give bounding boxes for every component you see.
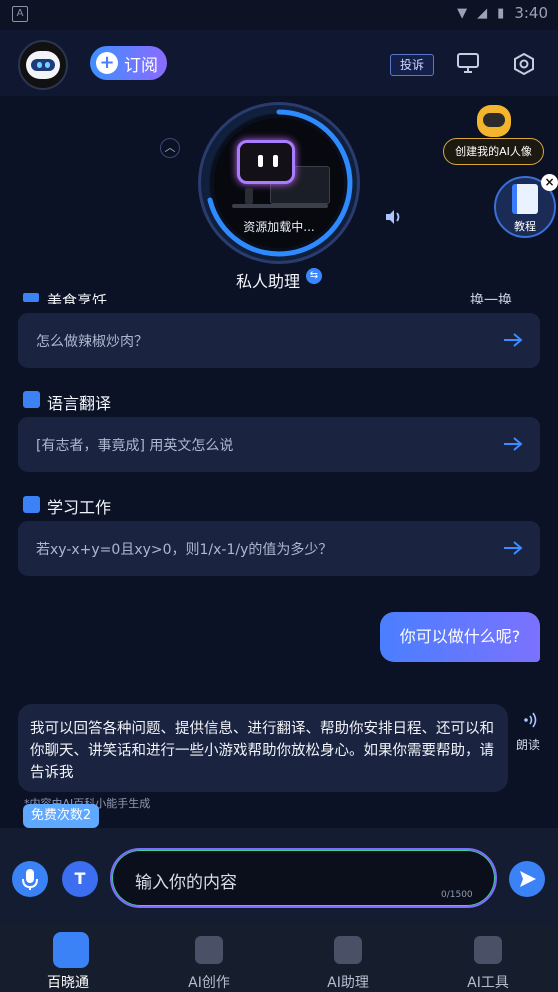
subscribe-button[interactable]: + 订阅 <box>90 46 167 80</box>
nav-label: AI工具 <box>467 975 509 991</box>
complain-button[interactable]: 投诉 <box>390 54 434 76</box>
read-aloud-label[interactable]: 朗读 <box>516 736 540 753</box>
status-icons: ▼ ◢ ▮ 3:40 <box>457 4 548 22</box>
food-prompt-card[interactable]: 怎么做辣椒炒肉？ <box>18 313 540 368</box>
create-ai-avatar-button[interactable]: 创建我的AI人像 <box>443 138 544 165</box>
desk-image <box>232 204 328 208</box>
assistant-name: 私人助理 <box>236 272 301 291</box>
app-logo[interactable] <box>18 40 68 90</box>
read-aloud-icon[interactable] <box>522 712 540 728</box>
subscribe-label: 订阅 <box>124 55 158 76</box>
study-prompt-text: 若xy-x+y=0且xy>0，则1/x-1/y的值为多少？ <box>36 542 333 558</box>
collapse-chevron-icon[interactable]: ︿ <box>160 138 180 158</box>
robot-eye-left <box>258 155 263 167</box>
translate-section-title: 语言翻译 <box>47 394 112 413</box>
nav-label: AI助理 <box>327 975 369 991</box>
wifi-icon: ▼ <box>457 5 468 21</box>
notification-icon: A <box>12 6 28 22</box>
chat-input-placeholder: 输入你的内容 <box>135 873 237 893</box>
nav-label: 百晓通 <box>47 975 89 991</box>
lamp-image <box>245 188 253 204</box>
status-time: 3:40 <box>514 4 548 22</box>
logo-eye-left <box>37 62 42 68</box>
translate-prompt-card[interactable]: [有志者，事竟成] 用英文怎么说 <box>18 417 540 472</box>
wrench-icon <box>474 936 502 964</box>
free-count-badge: 免费次数2 <box>23 804 99 828</box>
tie-icon <box>334 936 362 964</box>
robot-eye-right <box>273 155 278 167</box>
food-prompt-text: 怎么做辣椒炒肉？ <box>36 334 148 350</box>
chat-bubble-icon <box>53 932 89 968</box>
ai-message-bubble: 我可以回答各种问题、提供信息、进行翻译、帮助你安排日程、还可以和你聊天、讲笑话和… <box>18 704 508 792</box>
battery-icon: ▮ <box>497 5 505 21</box>
food-section-icon <box>23 293 39 302</box>
speaker-icon[interactable] <box>384 208 402 226</box>
nav-label: AI创作 <box>188 975 230 991</box>
arrow-right-icon <box>504 437 523 451</box>
loading-text: 资源加载中... <box>243 220 315 234</box>
ai-avatar-icon <box>477 105 511 137</box>
book-icon <box>512 184 538 214</box>
monitor-icon[interactable] <box>456 52 480 74</box>
close-icon[interactable]: × <box>541 174 558 191</box>
plus-icon: + <box>96 52 118 74</box>
study-prompt-card[interactable]: 若xy-x+y=0且xy>0，则1/x-1/y的值为多少？ <box>18 521 540 576</box>
send-icon <box>520 871 536 887</box>
microphone-button[interactable] <box>12 861 48 897</box>
text-mode-button[interactable]: T <box>62 861 98 897</box>
translate-prompt-text: [有志者，事竟成] 用英文怎么说 <box>36 438 234 454</box>
send-button[interactable] <box>509 861 545 897</box>
study-section-title: 学习工作 <box>47 498 112 517</box>
robot-avatar-image <box>237 140 295 184</box>
arrow-right-icon <box>504 541 523 555</box>
switch-assistant-icon[interactable]: ⇆ <box>306 268 322 284</box>
microphone-icon <box>22 869 38 890</box>
pencil-icon <box>195 936 223 964</box>
study-icon <box>23 496 40 513</box>
logo-eye-right <box>45 62 50 68</box>
robot-logo-icon <box>26 51 60 79</box>
tutorial-label: 教程 <box>514 220 536 233</box>
settings-icon[interactable] <box>512 52 536 76</box>
food-section-title: 美食烹饪 <box>47 292 108 304</box>
signal-icon: ◢ <box>477 5 488 21</box>
user-message-bubble: 你可以做什么呢? <box>380 612 540 662</box>
char-count: 0/1500 <box>441 890 473 900</box>
refresh-button[interactable]: 换一换 <box>470 290 512 304</box>
translate-icon <box>23 391 40 408</box>
arrow-right-icon <box>504 333 523 347</box>
